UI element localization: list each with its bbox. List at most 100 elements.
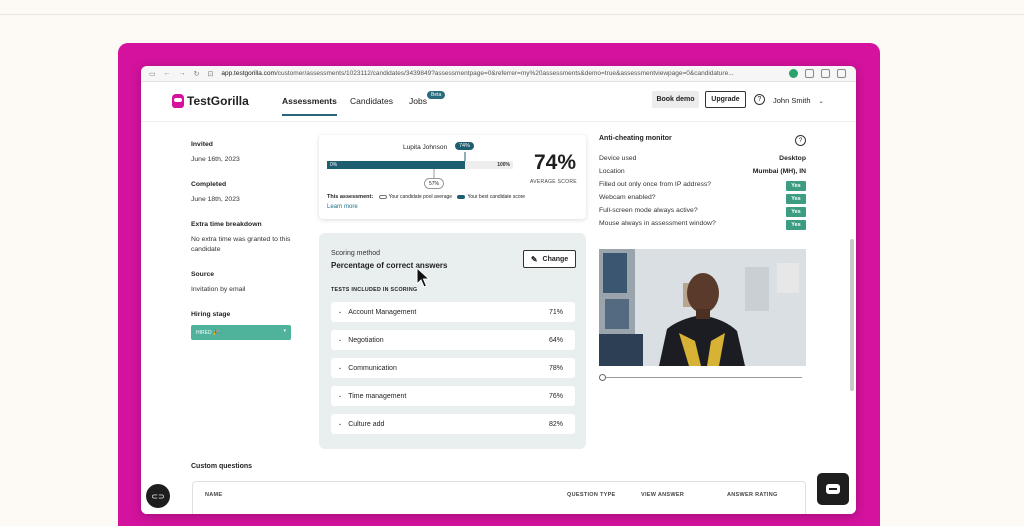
test-row[interactable]: ⌄ Culture add 82% (331, 414, 575, 434)
page-scrollbar[interactable] (850, 239, 854, 391)
custom-questions-title: Custom questions (191, 463, 253, 470)
scoring-panel: Scoring method Percentage of correct ans… (319, 233, 586, 449)
nav-candidates[interactable]: Candidates (350, 96, 393, 106)
anti-cheating-row: Device used Desktop (599, 155, 806, 168)
nav-jobs[interactable]: Jobs (409, 96, 427, 106)
chevron-down-icon: ▾ (283, 328, 286, 334)
webcam-snapshot[interactable] (599, 249, 806, 366)
score-bar: 0% 100% (327, 161, 513, 169)
test-row[interactable]: ⌄ Communication 78% (331, 358, 575, 378)
anti-cheating-value: Desktop (779, 155, 806, 162)
chat-icon (826, 484, 840, 494)
invited-label: Invited (191, 141, 213, 148)
hiring-stage-select[interactable]: HIRED 🎉 ▾ (191, 325, 291, 340)
anti-cheating-monitor: Anti-cheating monitor ? Device used Deskt… (599, 135, 806, 233)
change-button[interactable]: ✎ Change (523, 250, 576, 268)
learn-more-link[interactable]: Learn more (327, 204, 358, 210)
scoring-method-label: Scoring method (331, 250, 381, 257)
col-question-type[interactable]: QUESTION TYPE (567, 492, 616, 498)
url-path: /customer/assessments/1023112/candidates… (275, 70, 734, 77)
user-name: John Smith (773, 96, 811, 105)
chat-button[interactable] (817, 473, 849, 505)
anti-cheating-row: Location Mumbai (MH), IN (599, 168, 806, 181)
pool-average-pill: 57% (424, 178, 444, 189)
share-icon[interactable] (805, 69, 814, 78)
test-name: Culture add (348, 420, 385, 428)
test-row[interactable]: ⌄ Negotiation 64% (331, 330, 575, 350)
anti-cheating-row: Mouse always in assessment window? Yes (599, 220, 806, 233)
mouse-cursor-icon (416, 267, 430, 288)
score-card: Lupita Johnson 74% 0% 100% 57% 74% AVERA… (319, 135, 586, 219)
candidate-details: Invited June 16th, 2023 Completed June 1… (191, 141, 301, 340)
test-name: Time management (348, 392, 407, 400)
user-menu[interactable]: John Smith ⌄ (773, 96, 824, 105)
help-icon[interactable]: ? (795, 135, 806, 146)
candidate-score-pill: 74% (455, 142, 475, 150)
upgrade-button[interactable]: Upgrade (705, 91, 746, 108)
scoring-method-value: Percentage of correct answers (331, 261, 448, 270)
candidate-content: Invited June 16th, 2023 Completed June 1… (141, 123, 856, 514)
top-divider (0, 14, 1024, 15)
tabs-icon[interactable] (837, 69, 846, 78)
yes-badge: Yes (786, 194, 806, 204)
logo-text: TestGorilla (187, 94, 249, 108)
test-row[interactable]: ⌄ Time management 76% (331, 386, 575, 406)
address-bar[interactable]: app.testgorilla.com/customer/assessments… (221, 70, 761, 77)
accessibility-button[interactable]: ⊂⊃ (146, 484, 170, 508)
change-label: Change (542, 255, 569, 263)
test-score: 76% (548, 392, 563, 400)
back-icon[interactable]: ← (164, 70, 171, 77)
anti-cheating-label: Full-screen mode always active? (599, 207, 698, 214)
col-answer-rating[interactable]: ANSWER RATING (727, 492, 778, 498)
chevron-down-icon: ⌄ (818, 99, 824, 105)
chevron-down-icon: ⌄ (338, 309, 343, 315)
source-value: Invitation by email (191, 286, 246, 293)
yes-badge: Yes (786, 207, 806, 217)
reload-icon[interactable]: ↻ (194, 70, 200, 78)
chevron-down-icon: ⌄ (338, 365, 343, 371)
test-score: 82% (548, 420, 563, 428)
anti-cheating-row: Webcam enabled? Yes (599, 194, 806, 207)
average-score-label: AVERAGE SCORE (530, 179, 577, 185)
test-score: 64% (548, 336, 563, 344)
score-legend: This assessment: Your candidate pool ave… (327, 194, 525, 200)
completed-value: June 18th, 2023 (191, 196, 240, 203)
pool-swatch (378, 194, 387, 199)
reader-icon[interactable] (821, 69, 830, 78)
hiring-stage-label: Hiring stage (191, 311, 231, 318)
browser-toolbar: ▭ ← → ↻ ⊡ app.testgorilla.com/customer/a… (141, 66, 856, 82)
extra-time-value: No extra time was granted to this candid… (191, 236, 291, 253)
video-seek-track[interactable] (604, 377, 802, 378)
anti-cheating-value: Mumbai (MH), IN (752, 168, 806, 175)
sidebar-toggle-icon[interactable]: ▭ (149, 70, 156, 78)
beta-badge: Beta (427, 91, 446, 99)
help-icon[interactable]: ? (754, 94, 765, 105)
anti-cheating-label: Webcam enabled? (599, 194, 656, 201)
anti-cheating-row: Full-screen mode always active? Yes (599, 207, 806, 220)
anti-cheating-row: Filled out only once from IP address? Yes (599, 181, 806, 194)
book-demo-button[interactable]: Book demo (652, 91, 699, 108)
yes-badge: Yes (786, 220, 806, 230)
anti-cheating-label: Mouse always in assessment window? (599, 220, 716, 227)
testgorilla-logo[interactable]: TestGorilla (172, 94, 249, 108)
video-seek-handle[interactable] (599, 374, 606, 381)
site-info-icon[interactable]: ⊡ (208, 70, 214, 78)
test-name: Negotiation (348, 336, 384, 344)
test-row[interactable]: ⌄ Account Management 71% (331, 302, 575, 322)
extension-icon[interactable] (789, 69, 798, 78)
col-view-answer[interactable]: VIEW ANSWER (641, 492, 684, 498)
col-name[interactable]: NAME (205, 492, 222, 498)
completed-label: Completed (191, 181, 227, 188)
invited-value: June 16th, 2023 (191, 156, 240, 163)
hiring-stage-value: HIRED 🎉 (196, 329, 220, 336)
score-bar-fill (327, 161, 465, 169)
forward-icon[interactable]: → (179, 70, 186, 77)
score-bar-min: 0% (330, 162, 338, 168)
custom-questions-table: NAME QUESTION TYPE VIEW ANSWER ANSWER RA… (192, 481, 806, 514)
nav-assessments[interactable]: Assessments (282, 96, 337, 116)
app-header: TestGorilla Assessments Candidates Jobs … (141, 82, 856, 122)
chevron-down-icon: ⌄ (338, 337, 343, 343)
chevron-down-icon: ⌄ (338, 421, 343, 427)
test-name: Communication (348, 364, 397, 372)
glasses-icon: ⊂⊃ (151, 491, 165, 501)
